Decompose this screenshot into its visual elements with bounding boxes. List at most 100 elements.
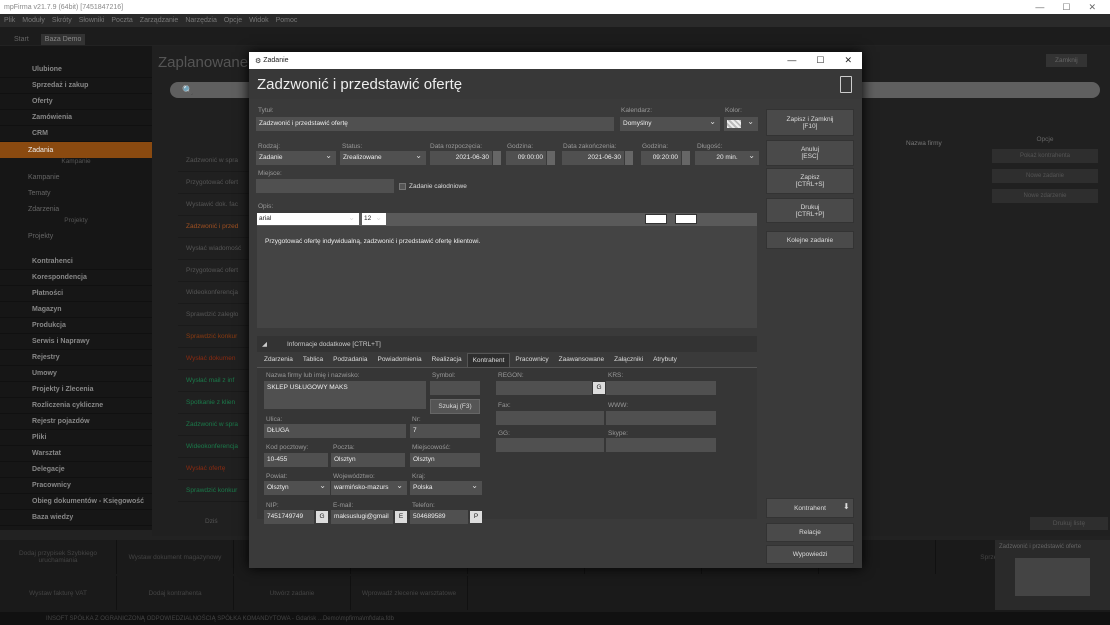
tab-kontrahent[interactable]: Kontrahent xyxy=(466,353,511,367)
menu-opcje[interactable]: Opcje xyxy=(224,17,242,24)
sidebar-item-sprzedaz[interactable]: Sprzedaż i zakup xyxy=(0,78,152,94)
nowe-zadanie-button[interactable]: Nowe zadanie xyxy=(992,169,1098,183)
wojewodztwo-select[interactable]: warmińsko-mazurs xyxy=(331,481,407,495)
sidebar-item-zdarzenia[interactable]: Zdarzenia xyxy=(0,201,152,217)
shortcut-button[interactable]: Dodaj kontrahenta xyxy=(117,576,234,610)
menu-zarzadzanie[interactable]: Zarządzanie xyxy=(140,17,179,24)
sidebar-item-crm[interactable]: CRM xyxy=(0,126,152,142)
menu-pomoc[interactable]: Pomoc xyxy=(276,17,298,24)
menu-narzedzia[interactable]: Narzędzia xyxy=(185,17,217,24)
maximize-icon[interactable]: ☐ xyxy=(816,55,824,66)
shortcut-button[interactable]: Utwórz zadanie xyxy=(234,576,351,610)
kraj-select[interactable]: Polska xyxy=(410,481,482,495)
sidebar-item-projekty-zlecenia[interactable]: Projekty i Zlecenia xyxy=(0,382,152,398)
list-item[interactable]: Spotkanie z klien xyxy=(178,392,258,414)
dlugosc-select[interactable]: 20 min. xyxy=(695,151,759,165)
sidebar-item-projekty[interactable]: Projekty xyxy=(0,228,152,244)
ulica-field[interactable]: DŁUGA xyxy=(264,424,406,438)
sidebar-item-pliki[interactable]: Pliki xyxy=(0,430,152,446)
telefon-field[interactable]: 504689589 xyxy=(410,510,468,524)
tab-podzadania[interactable]: Podzadania xyxy=(328,353,372,367)
shortcut-button[interactable]: Wystaw fakturę VAT xyxy=(0,576,117,610)
gg-field[interactable] xyxy=(496,438,604,452)
tab-start[interactable]: Start xyxy=(10,34,33,45)
drukuj-liste-button[interactable]: Drukuj listę xyxy=(1030,517,1108,530)
fax-field[interactable] xyxy=(496,411,604,425)
spinner-icon[interactable] xyxy=(682,151,690,165)
calodniowe-checkbox[interactable] xyxy=(399,183,406,190)
regon-field[interactable] xyxy=(496,381,592,395)
calendar-icon[interactable] xyxy=(493,151,501,165)
list-item[interactable]: Zadzwonić w spra xyxy=(178,414,258,436)
description-editor[interactable]: Przygotować ofertę indywidualną, zadzwon… xyxy=(257,226,757,328)
sidebar-item-kontrahenci[interactable]: Kontrahenci xyxy=(0,254,152,270)
list-item[interactable]: Wysłać mail z inf xyxy=(178,370,258,392)
list-item[interactable]: Zadzwonić i przed xyxy=(178,216,258,238)
sidebar-item-platnosci[interactable]: Płatności xyxy=(0,286,152,302)
tab-zdarzenia[interactable]: Zdarzenia xyxy=(259,353,298,367)
sidebar-item-oferty[interactable]: Oferty xyxy=(0,94,152,110)
list-item[interactable]: Wideokonferencja xyxy=(178,436,258,458)
list-item[interactable]: Wideokonferencja xyxy=(178,282,258,304)
sidebar-item-serwis[interactable]: Serwis i Naprawy xyxy=(0,334,152,350)
miejscowosc-field[interactable]: Olsztyn xyxy=(410,453,480,467)
font-select[interactable]: arial xyxy=(257,213,359,225)
tab-zaawansowane[interactable]: Zaawansowane xyxy=(554,353,610,367)
tytul-field[interactable]: Zadzwonić i przedstawić ofertę xyxy=(256,117,614,131)
miejsce-field[interactable] xyxy=(256,179,394,193)
zapisz-zamknij-button[interactable]: Zapisz i Zamknij [F10] xyxy=(766,109,854,136)
close-icon[interactable]: ✕ xyxy=(844,55,852,66)
sidebar-item-zadania[interactable]: Zadania xyxy=(0,142,152,158)
sidebar-item-tematy[interactable]: Tematy xyxy=(0,185,152,201)
menu-moduly[interactable]: Moduły xyxy=(22,17,45,24)
tab-powiadomienia[interactable]: Powiadomienia xyxy=(372,353,426,367)
sidebar-item-delegacje[interactable]: Delegacje xyxy=(0,462,152,478)
zamknij-button[interactable]: Zamknij xyxy=(1046,54,1087,67)
sidebar-item-zamowienia[interactable]: Zamówienia xyxy=(0,110,152,126)
gus-icon[interactable]: G xyxy=(316,511,328,523)
krs-field[interactable] xyxy=(606,381,716,395)
www-field[interactable] xyxy=(606,411,716,425)
godzina-zak-field[interactable]: 09:20:00 xyxy=(641,151,681,165)
anuluj-button[interactable]: Anuluj [ESC] xyxy=(766,140,854,166)
menu-plik[interactable]: Plik xyxy=(4,17,15,24)
list-item[interactable]: Wysłać wiadomość xyxy=(178,238,258,260)
info-section-header[interactable]: ◢ Informacje dodatkowe [CTRL+T] xyxy=(257,336,757,352)
sidebar-item-korespondencja[interactable]: Korespondencja xyxy=(0,270,152,286)
kontrahent-button[interactable]: Kontrahent xyxy=(766,498,854,518)
list-item[interactable]: Przygotować ofert xyxy=(178,172,258,194)
pokaz-kontrahenta-button[interactable]: Pokaż kontrahenta xyxy=(992,149,1098,163)
list-item[interactable]: Sprawdzić konkur xyxy=(178,326,258,348)
skype-field[interactable] xyxy=(606,438,716,452)
sidebar-item-produkcja[interactable]: Produkcja xyxy=(0,318,152,334)
menu-slowniki[interactable]: Słowniki xyxy=(79,17,105,24)
text-color-icon[interactable] xyxy=(645,214,667,224)
menu-skroty[interactable]: Skróty xyxy=(52,17,72,24)
sidebar-item-magazyn[interactable]: Magazyn xyxy=(0,302,152,318)
wypowiedzi-button[interactable]: Wypowiedzi xyxy=(766,545,854,564)
phone-icon[interactable]: P xyxy=(470,511,482,523)
shortcut-button[interactable]: Dodaj przypisek Szybkiego uruchamiania xyxy=(0,540,117,574)
nazwa-field[interactable]: SKLEP USŁUGOWY MAKS xyxy=(264,381,426,409)
sidebar-item-baza-wiedzy[interactable]: Baza wiedzy xyxy=(0,510,152,526)
sidebar-item-umowy[interactable]: Umowy xyxy=(0,366,152,382)
sidebar-item-kampanie[interactable]: Kampanie xyxy=(0,169,152,185)
kolor-select[interactable] xyxy=(724,117,758,131)
list-item[interactable]: Wysłać dokumen xyxy=(178,348,258,370)
gus-icon[interactable]: G xyxy=(593,382,605,394)
task-thumbnail[interactable]: Zadzwonić i przedstawić oferte xyxy=(995,540,1110,610)
kolejne-zadanie-button[interactable]: Kolejne zadanie xyxy=(766,231,854,249)
sidebar-item-rozliczenia[interactable]: Rozliczenia cykliczne xyxy=(0,398,152,414)
sidebar-item-obieg[interactable]: Obieg dokumentów - Księgowość xyxy=(0,494,152,510)
nowe-zdarzenie-button[interactable]: Nowe zdarzenie xyxy=(992,189,1098,203)
list-item[interactable]: Sprawdzić zaległo xyxy=(178,304,258,326)
drukuj-button[interactable]: Drukuj [CTRL+P] xyxy=(766,198,854,223)
close-icon[interactable]: ✕ xyxy=(1088,2,1096,13)
powiat-select[interactable]: Olsztyn xyxy=(264,481,330,495)
minimize-icon[interactable]: — xyxy=(1035,2,1044,13)
kod-field[interactable]: 10-455 xyxy=(264,453,328,467)
relacje-button[interactable]: Relacje xyxy=(766,523,854,542)
symbol-field[interactable] xyxy=(430,381,480,395)
data-zak-field[interactable]: 2021-06-30 xyxy=(562,151,624,165)
shortcut-button[interactable]: Wprowadź zlecenie warsztatowe xyxy=(351,576,468,610)
